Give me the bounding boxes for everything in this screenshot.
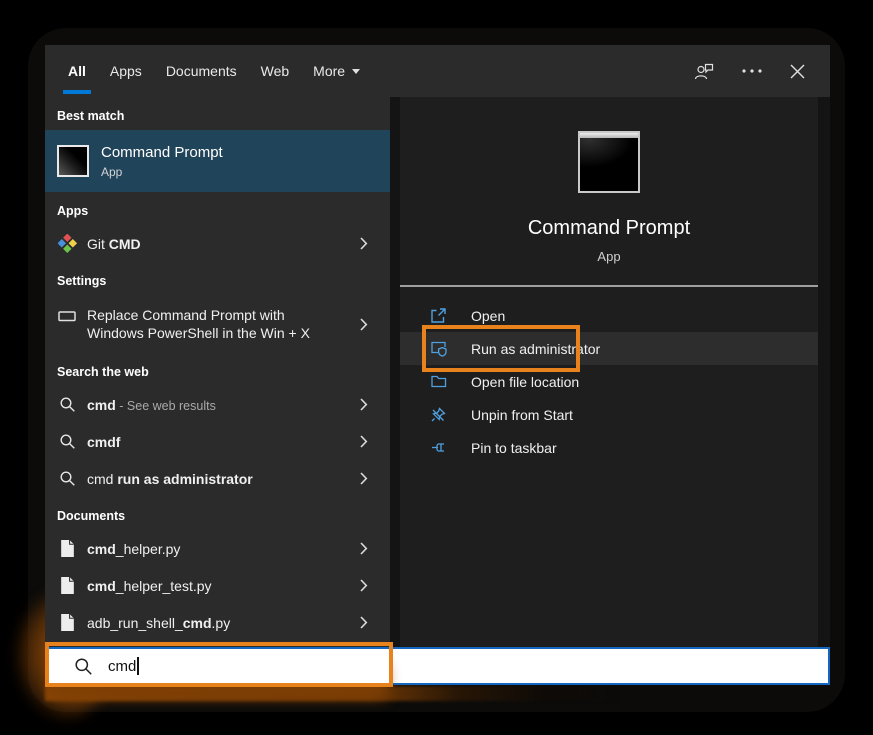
search-icon <box>74 657 93 676</box>
folder-icon <box>430 373 448 390</box>
result-label: cmd_helper.py <box>87 541 180 557</box>
section-best-match: Best match <box>45 97 390 130</box>
chevron-right-icon[interactable] <box>360 616 368 629</box>
best-match-subtitle: App <box>101 165 223 179</box>
tab-more[interactable]: More <box>303 45 370 97</box>
search-icon <box>57 470 77 487</box>
search-icon <box>57 396 77 413</box>
pin-icon <box>430 439 448 456</box>
tab-web[interactable]: Web <box>251 45 300 97</box>
preview-subtitle: App <box>597 249 620 264</box>
chevron-right-icon[interactable] <box>360 237 368 250</box>
result-replace-cmd-setting[interactable]: Replace Command Prompt with Windows Powe… <box>45 295 390 353</box>
command-prompt-icon-large <box>578 131 640 193</box>
preview-hero: Command Prompt App <box>400 97 818 285</box>
result-command-prompt-selected[interactable]: Command Prompt App <box>45 130 390 192</box>
result-label: cmd run as administrator <box>87 471 253 487</box>
filter-tabs: All Apps Documents Web More <box>58 45 374 97</box>
document-cmd-helper[interactable]: cmd_helper.py <box>45 530 390 567</box>
annotation-orange-shadow-strip <box>45 686 620 701</box>
action-label: Unpin from Start <box>471 407 573 423</box>
unpin-icon <box>430 406 448 423</box>
result-label: Git CMD <box>87 236 141 252</box>
context-actions: Open Run as administrator <box>400 287 818 464</box>
action-label: Run as administrator <box>471 341 600 357</box>
action-label: Open file location <box>471 374 579 390</box>
tab-all-label: All <box>68 63 86 79</box>
close-icon[interactable] <box>790 64 805 79</box>
result-label: Replace Command Prompt with Windows Powe… <box>87 306 310 342</box>
chevron-right-icon[interactable] <box>360 579 368 592</box>
section-search-the-web: Search the web <box>45 353 390 386</box>
search-query: cmd <box>108 657 139 675</box>
tab-apps-label: Apps <box>110 63 142 79</box>
search-icon <box>57 433 77 450</box>
chevron-right-icon[interactable] <box>360 542 368 555</box>
result-git-cmd[interactable]: Git CMD <box>45 225 390 262</box>
preview-title: Command Prompt <box>528 217 690 240</box>
chevron-right-icon[interactable] <box>360 435 368 448</box>
search-results-area: Best match Command Prompt App Apps <box>45 97 830 647</box>
best-match-text: Command Prompt App <box>101 144 223 179</box>
open-icon <box>430 307 448 324</box>
action-run-as-administrator[interactable]: Run as administrator <box>400 332 818 365</box>
result-label: adb_run_shell_cmd.py <box>87 615 230 631</box>
text-cursor <box>137 657 139 675</box>
chevron-right-icon[interactable] <box>360 318 368 331</box>
document-adb-run-shell-cmd[interactable]: adb_run_shell_cmd.py <box>45 604 390 641</box>
result-label: cmd_helper_test.py <box>87 578 212 594</box>
search-input[interactable]: cmd <box>45 647 830 685</box>
preview-panel: Command Prompt App Open <box>400 97 818 647</box>
document-icon <box>57 613 77 632</box>
result-label: cmd - See web results <box>87 397 216 413</box>
command-prompt-icon <box>57 145 89 177</box>
tab-apps[interactable]: Apps <box>100 45 152 97</box>
best-match-title: Command Prompt <box>101 144 223 161</box>
action-open[interactable]: Open <box>400 299 818 332</box>
action-label: Open <box>471 308 505 324</box>
setting-icon <box>57 306 77 326</box>
chevron-down-icon <box>352 69 360 74</box>
web-suggestion-cmd[interactable]: cmd - See web results <box>45 386 390 423</box>
action-pin-to-taskbar[interactable]: Pin to taskbar <box>400 431 818 464</box>
tab-more-label: More <box>313 63 345 79</box>
web-suggestion-cmd-run-as-administrator[interactable]: cmd run as administrator <box>45 460 390 497</box>
results-panel: Best match Command Prompt App Apps <box>45 97 390 647</box>
tab-all[interactable]: All <box>58 45 96 97</box>
search-filter-bar: All Apps Documents Web More <box>45 45 830 97</box>
tab-documents[interactable]: Documents <box>156 45 247 97</box>
section-documents: Documents <box>45 497 390 530</box>
tab-web-label: Web <box>261 63 290 79</box>
windows-search-flyout: All Apps Documents Web More <box>45 45 830 685</box>
document-cmd-helper-test[interactable]: cmd_helper_test.py <box>45 567 390 604</box>
more-options-icon[interactable] <box>741 68 763 74</box>
feedback-icon[interactable] <box>694 62 714 80</box>
section-settings: Settings <box>45 262 390 295</box>
action-label: Pin to taskbar <box>471 440 557 456</box>
document-icon <box>57 576 77 595</box>
web-suggestion-cmdf[interactable]: cmdf <box>45 423 390 460</box>
action-unpin-from-start[interactable]: Unpin from Start <box>400 398 818 431</box>
result-label: cmdf <box>87 434 120 450</box>
action-open-file-location[interactable]: Open file location <box>400 365 818 398</box>
document-icon <box>57 539 77 558</box>
header-actions <box>694 45 805 97</box>
tab-documents-label: Documents <box>166 63 237 79</box>
section-apps: Apps <box>45 192 390 225</box>
git-icon <box>57 234 77 253</box>
chevron-right-icon[interactable] <box>360 398 368 411</box>
chevron-right-icon[interactable] <box>360 472 368 485</box>
run-as-administrator-icon <box>430 340 448 357</box>
